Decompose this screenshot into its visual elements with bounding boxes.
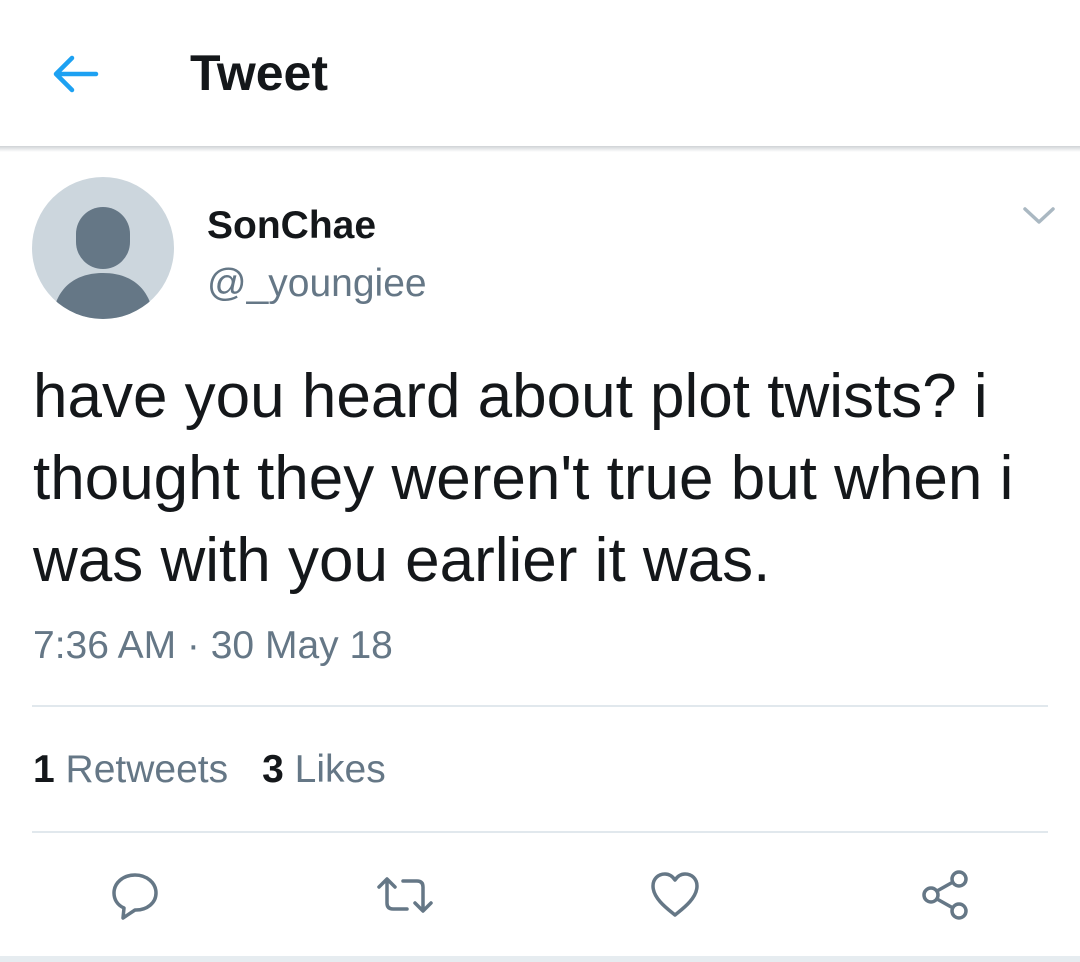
reply-icon: [112, 873, 158, 920]
divider: [32, 831, 1048, 833]
likes-label: Likes: [294, 748, 386, 791]
back-button[interactable]: [40, 44, 110, 104]
reply-button[interactable]: [100, 860, 170, 930]
share-icon: [922, 870, 968, 920]
author-name[interactable]: SonChae: [207, 201, 376, 251]
action-bar: [0, 860, 1080, 930]
divider: [32, 705, 1048, 707]
more-options-button[interactable]: [1014, 196, 1064, 236]
retweet-icon: [377, 877, 433, 913]
avatar[interactable]: [32, 177, 174, 319]
likes-count: 3: [262, 748, 284, 791]
like-button[interactable]: [640, 860, 710, 930]
share-button[interactable]: [910, 860, 980, 930]
top-bar: Tweet: [0, 0, 1080, 148]
arrow-left-icon: [53, 55, 99, 93]
like-icon: [651, 872, 699, 917]
author-handle[interactable]: @_youngiee: [207, 259, 427, 309]
chevron-down-icon: [1023, 207, 1055, 224]
retweets-label: Retweets: [65, 748, 229, 791]
top-bar-divider: [0, 146, 1080, 152]
retweets-stat[interactable]: 1 Retweets: [33, 744, 228, 796]
retweet-button[interactable]: [370, 860, 440, 930]
default-avatar-icon: [52, 207, 154, 319]
bottom-divider: [0, 956, 1080, 962]
tweet-timestamp: 7:36 AM · 30 May 18: [33, 624, 393, 667]
tweet-text: have you heard about plot twists? i thou…: [33, 362, 1014, 595]
likes-stat[interactable]: 3 Likes: [262, 744, 386, 796]
tweet-stats: 1 Retweets 3 Likes: [33, 744, 386, 796]
page-title: Tweet: [190, 45, 328, 101]
retweets-count: 1: [33, 748, 55, 791]
